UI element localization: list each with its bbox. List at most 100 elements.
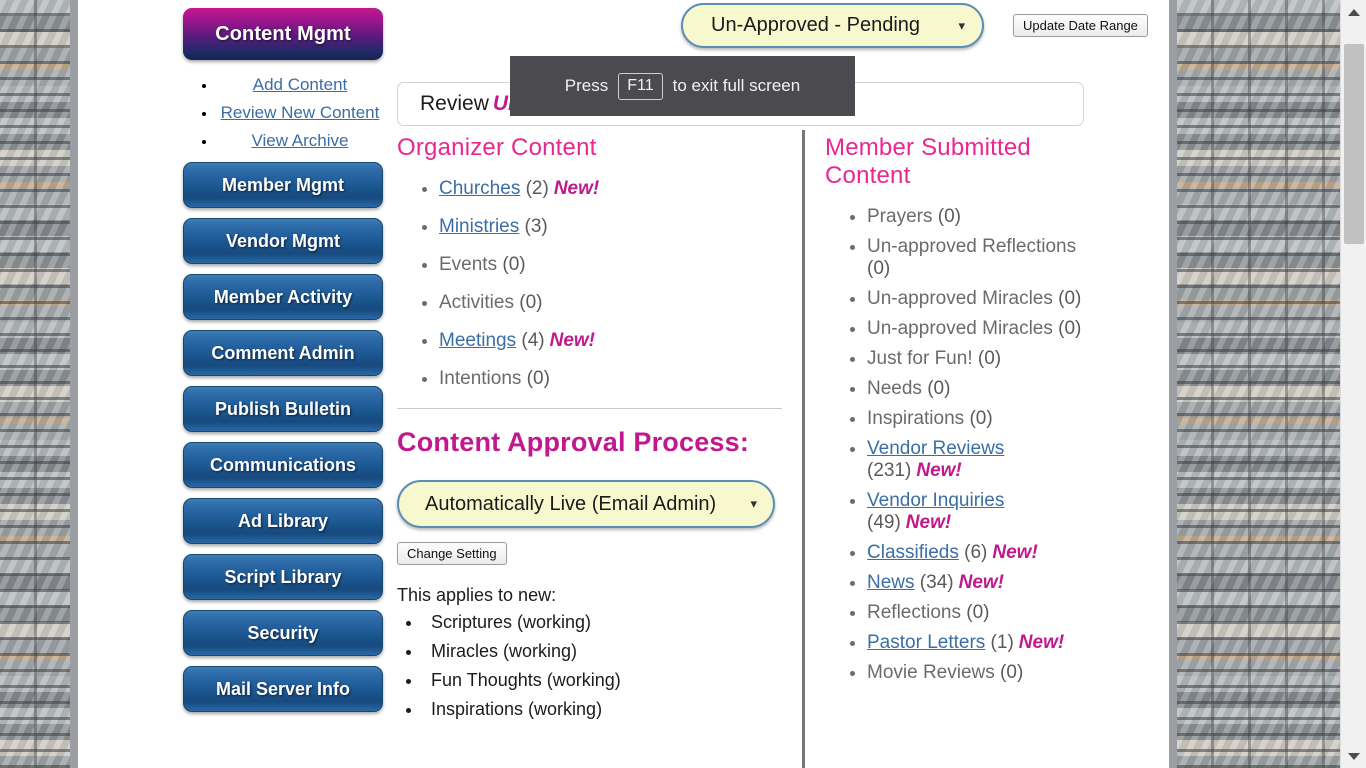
browser-scrollbar[interactable] [1340, 0, 1366, 768]
organizer-item-intentions-label: Intentions [439, 368, 522, 389]
sidebar-link-review-new-content[interactable]: Review New Content [221, 103, 380, 122]
fullscreen-toast-before: Press [564, 76, 609, 95]
page-gutter-left [70, 0, 78, 768]
applies-to-new-label: This applies to new: [397, 585, 557, 605]
item-count: (3) [519, 216, 548, 237]
content-approval-heading: Content Approval Process: [397, 427, 750, 457]
member-item-needs-label: Needs [867, 378, 922, 399]
item-count: (0) [497, 254, 526, 275]
list-item: Add Content [217, 74, 383, 96]
scroll-up-arrow-icon[interactable] [1341, 0, 1366, 24]
content-mgmt-panel-title: Content Mgmt [183, 8, 383, 60]
change-setting-button[interactable]: Change Setting [397, 542, 507, 565]
chevron-down-icon: ▾ [750, 496, 757, 511]
member-item-pastor-letters-link[interactable]: Pastor Letters [867, 632, 985, 653]
sidebar-item-ad-library[interactable]: Ad Library [183, 498, 383, 544]
sidebar-item-member-mgmt[interactable]: Member Mgmt [183, 162, 383, 208]
list-item: Review New Content [217, 102, 383, 124]
new-badge: New! [916, 460, 962, 481]
new-badge: New! [905, 512, 952, 533]
sidebar-item-script-library[interactable]: Script Library [183, 554, 383, 600]
status-filter-value: Un-Approved - Pending [711, 14, 921, 36]
item-count: (49) [867, 512, 901, 533]
member-item-un-approved-miracles-label: Un-approved Miracles [867, 288, 1053, 309]
item-count: (0) [961, 602, 990, 623]
organizer-item-events-label: Events [439, 254, 498, 275]
main-content-card: Review Un-Approved Content Organizer Con… [397, 62, 1087, 768]
new-badge: New! [992, 542, 1038, 563]
list-item: View Archive [217, 130, 383, 152]
list-item: Churches (2)New! [439, 178, 789, 200]
list-item: Vendor Inquiries (49)New! [867, 490, 1087, 534]
list-item: Activities (0) [439, 292, 789, 314]
approval-process-select[interactable]: Automatically Live (Email Admin) ▾ [397, 480, 775, 528]
list-item: Inspirations (0) [867, 408, 1087, 430]
sidebar-item-security[interactable]: Security [183, 610, 383, 656]
member-item-un-approved-miracles-label: Un-approved Miracles [867, 318, 1053, 339]
item-count: (0) [994, 662, 1024, 683]
applies-to-new-list: Scriptures (working) Miracles (working) Fu… [397, 612, 789, 720]
list-item: Vendor Reviews (231)New! [867, 438, 1087, 482]
sidebar-link-add-content[interactable]: Add Content [253, 75, 348, 94]
item-count: (0) [1052, 288, 1082, 309]
member-item-inspirations-label: Inspirations [867, 408, 965, 429]
item-count: (34) [914, 572, 954, 593]
sidebar-item-member-activity[interactable]: Member Activity [183, 274, 383, 320]
approval-process-value: Automatically Live (Email Admin) [425, 492, 717, 515]
item-count: (0) [932, 206, 961, 227]
list-item: Prayers (0) [867, 206, 1087, 228]
organizer-item-churches-link[interactable]: Churches [439, 178, 520, 199]
member-item-vendor-reviews-link[interactable]: Vendor Reviews [867, 438, 1004, 459]
list-item: Intentions (0) [439, 368, 789, 390]
member-submitted-list: Prayers (0) Un-approved Reflections (0) Un… [825, 206, 1087, 684]
f11-keycap: F11 [618, 72, 663, 100]
list-item: News (34)New! [867, 572, 1087, 594]
sidebar-item-vendor-mgmt[interactable]: Vendor Mgmt [183, 218, 383, 264]
item-count: (2) [520, 178, 549, 199]
list-item: Needs (0) [867, 378, 1087, 400]
list-item: Events (0) [439, 254, 789, 276]
member-submitted-column: Member Submitted Content Prayers (0)Un-a… [825, 134, 1087, 692]
page-gutter-right [1169, 0, 1177, 768]
stone-wall-background-right [1177, 0, 1340, 768]
member-item-vendor-inquiries-link[interactable]: Vendor Inquiries [867, 490, 1004, 511]
page-title-prefix: Review [420, 92, 489, 115]
item-count: (231) [867, 460, 912, 481]
organizer-item-meetings-link[interactable]: Meetings [439, 330, 516, 351]
list-item: Classifieds (6)New! [867, 542, 1087, 564]
sidebar-link-view-archive[interactable]: View Archive [251, 131, 348, 150]
fullscreen-toast-after: to exit full screen [672, 76, 801, 95]
list-item: Scriptures (working) [423, 612, 789, 633]
column-divider [802, 130, 805, 768]
member-item-movie-reviews-label: Movie Reviews [867, 662, 995, 683]
item-count: (4) [516, 330, 545, 351]
item-count: (0) [964, 408, 993, 429]
stone-wall-background-left [0, 0, 70, 768]
member-item-classifieds-link[interactable]: Classifieds [867, 542, 959, 563]
new-badge: New! [1018, 632, 1065, 653]
sidebar-item-mail-server-info[interactable]: Mail Server Info [183, 666, 383, 712]
list-item: Inspirations (working) [423, 699, 789, 720]
list-item: Un-approved Reflections (0) [867, 236, 1087, 280]
list-item: Reflections (0) [867, 602, 1087, 624]
member-item-news-link[interactable]: News [867, 572, 915, 593]
scrollbar-thumb[interactable] [1344, 44, 1364, 244]
fullscreen-exit-toast: Press F11 to exit full screen [510, 56, 855, 116]
status-filter-select[interactable]: Un-Approved - Pending ▾ [681, 3, 984, 48]
sidebar-item-publish-bulletin[interactable]: Publish Bulletin [183, 386, 383, 432]
item-count: (0) [521, 368, 550, 389]
update-date-range-button[interactable]: Update Date Range [1013, 14, 1148, 37]
organizer-item-ministries-link[interactable]: Ministries [439, 216, 519, 237]
sidebar-item-comment-admin[interactable]: Comment Admin [183, 330, 383, 376]
list-item: Ministries (3) [439, 216, 789, 238]
item-count: (1) [985, 632, 1014, 653]
list-item: Just for Fun! (0) [867, 348, 1087, 370]
list-item: Meetings (4)New! [439, 330, 789, 352]
member-item-just-for-fun-label: Just for Fun! [867, 348, 973, 369]
organizer-content-list: Churches (2)New! Ministries (3) Events (0)… [397, 178, 789, 390]
scroll-down-arrow-icon[interactable] [1341, 744, 1366, 768]
sidebar-item-communications[interactable]: Communications [183, 442, 383, 488]
item-count: (6) [958, 542, 988, 563]
item-count: (0) [1052, 318, 1082, 339]
section-divider [397, 408, 782, 409]
